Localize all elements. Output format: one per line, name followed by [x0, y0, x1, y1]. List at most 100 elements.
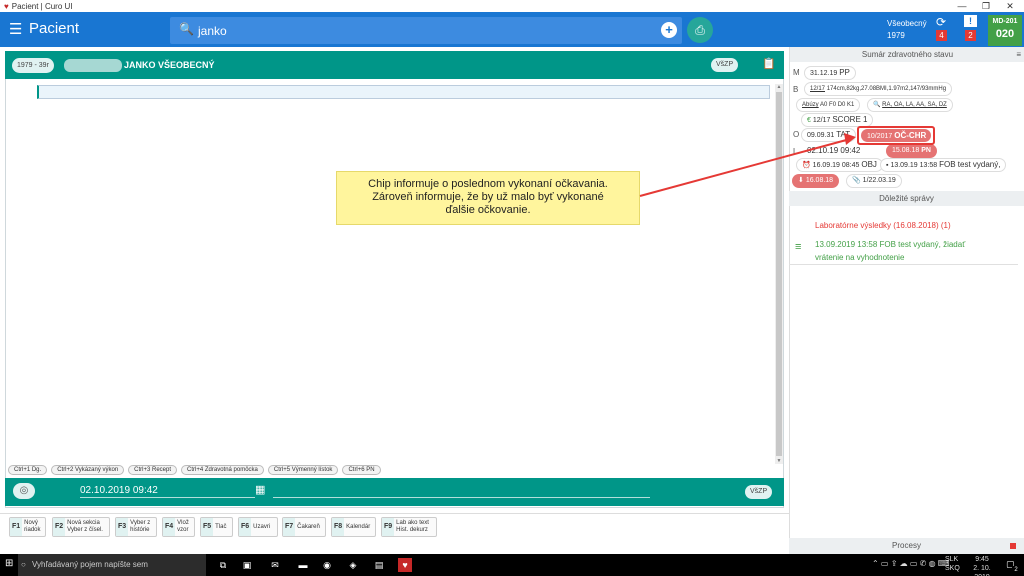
dekurz-input[interactable] — [37, 85, 770, 99]
chip-lab[interactable]: ⬇ 16.08.18 — [792, 174, 840, 188]
calendar-icon[interactable]: ▦ — [255, 483, 265, 496]
chip-date: Abúzy — [802, 102, 819, 108]
fkey-text: Vlož vzor — [175, 520, 191, 534]
chip-fob-test[interactable]: ▪ 13.09.19 13:58 FOB test vydaný, — [880, 158, 1007, 172]
callout-line: ďalšie očkovanie. — [445, 204, 531, 216]
f5-button[interactable]: F5 Tlač — [200, 517, 233, 537]
restore-icon[interactable]: ❐ — [974, 0, 998, 12]
chip-pn[interactable]: 15.08.18 PN — [886, 144, 937, 158]
letter-b: B — [793, 85, 799, 94]
search-input[interactable]: janko — [198, 24, 227, 38]
shortcut-recipe[interactable]: Ctrl+3 Recept — [128, 465, 178, 475]
shortcut-pn[interactable]: Ctrl+6 PN — [342, 465, 381, 475]
chip-date: 1/22.03.19 — [862, 177, 896, 184]
app-icon[interactable]: ◈ — [346, 558, 360, 572]
taskbar-search[interactable]: ○ Vyhľadávaný pojem napíšte sem — [18, 554, 206, 576]
shortcut-procedure[interactable]: Ctrl+2 Vykázaný výkon — [51, 465, 125, 475]
fkey-text: Tlač — [215, 523, 227, 530]
lang-line: SKQ — [945, 565, 960, 572]
shortcut-diagnosis[interactable]: Ctrl+1 Dg. — [8, 465, 48, 475]
summary-panel: Sumár zdravotného stavu ≡ M 31.12.19 PP … — [789, 47, 1024, 554]
patient-fullname: JANKO VŠEOBECNÝ — [124, 60, 215, 70]
close-icon[interactable]: ✕ — [998, 0, 1022, 12]
footer-insurance-chip[interactable]: VšZP — [745, 485, 773, 499]
chip-score[interactable]: € 12/17 SCORE 1 — [801, 113, 874, 127]
alert-badge: 2 — [965, 30, 976, 41]
f7-button[interactable]: F7 Čakareň — [282, 517, 326, 537]
f8-button[interactable]: F8 Kalendár — [331, 517, 376, 537]
windows-start-icon[interactable]: ⊞ — [5, 558, 13, 569]
f9-button[interactable]: F9 Lab ako text Hist. dekurz — [381, 517, 437, 537]
chip-label: OBJ — [861, 160, 877, 169]
chip-fob[interactable]: 02.10.19 09:42 — [801, 144, 867, 158]
language-indicator[interactable]: SLK SKQ — [945, 555, 960, 573]
summary-title: Sumár zdravotného stavu — [861, 50, 954, 59]
task-view-icon[interactable]: ⧉ — [216, 558, 230, 572]
add-patient-button[interactable]: + — [661, 22, 677, 38]
fkey-label: F9 — [382, 518, 395, 536]
shortcut-aid[interactable]: Ctrl+4 Zdravotná pomôcka — [181, 465, 264, 475]
system-tray[interactable]: ⌃ ▭ ⇪ ☁ ▭ ✆ ◍ ⌨ — [872, 559, 949, 568]
f2-button[interactable]: F2 Nová sekcia Vyber z čísel. — [52, 517, 110, 537]
curo-app-icon[interactable]: ♥ — [398, 558, 412, 572]
f1-button[interactable]: F1 Nový riadok — [9, 517, 46, 537]
chip-obj[interactable]: ⏰ 16.09.19 08:45 OBJ — [796, 158, 883, 172]
scrollbar[interactable]: ▲ ▼ — [775, 84, 783, 464]
chip-label: FOB test vydaný, — [939, 160, 1001, 169]
function-keys: F1 Nový riadok F2 Nová sekcia Vyber z čísel.… — [0, 513, 789, 539]
datetime-field[interactable]: 02.10.2019 09:42 — [80, 485, 158, 496]
minimize-icon[interactable]: — — [950, 0, 974, 12]
age-chip[interactable]: 1979 - 39r — [12, 58, 54, 73]
os-taskbar: ⊞ ○ Vyhľadávaný pojem napíšte sem ⧉ ▣ ✉ … — [0, 554, 1024, 576]
chip-label: PP — [839, 68, 850, 77]
processes-bar[interactable]: Procesy — [789, 538, 1024, 554]
menu-icon[interactable]: ☰ — [9, 21, 22, 38]
chip-label: OČ-CHR — [894, 131, 927, 140]
sync-icon[interactable]: ⟳ — [934, 15, 948, 29]
chip-tat[interactable]: 09.09.31 TAT — [801, 128, 857, 142]
chip-date: 16.09.19 08:45 — [812, 162, 860, 169]
summary-header: Sumár zdravotného stavu ≡ — [790, 47, 1024, 62]
f4-button[interactable]: F4 Vlož vzor — [162, 517, 195, 537]
chip-label: 174cm,82kg,27.08BMI,1.97m2,147/93mmHg — [826, 86, 947, 92]
shortcut-exchange[interactable]: Ctrl+5 Výmenný lístok — [267, 465, 339, 475]
scroll-up-icon[interactable]: ▲ — [775, 84, 783, 90]
fkey-text: Čakareň — [297, 523, 320, 530]
terminal-icon[interactable]: ▣ — [240, 558, 254, 572]
chrome-icon[interactable]: ◉ — [320, 558, 334, 572]
vaccination-chip-highlight[interactable]: 10/2017 OČ-CHR — [857, 126, 935, 145]
f6-button[interactable]: F6 Uzavri — [238, 517, 278, 537]
panel-menu-icon[interactable]: ≡ — [1016, 47, 1021, 62]
scroll-thumb[interactable] — [776, 92, 782, 456]
mail-icon[interactable]: ✉ — [268, 558, 282, 572]
folder-icon[interactable]: ▬ — [296, 558, 310, 572]
chip-bmi[interactable]: 12/17 174cm,82kg,27.08BMI,1.97m2,147/93m… — [804, 82, 953, 96]
letter-l: L — [793, 147, 798, 156]
search-icon: 🔍 — [179, 22, 194, 36]
scroll-down-icon[interactable]: ▼ — [775, 458, 783, 464]
alarm-icon: ⏰ — [802, 162, 811, 169]
message-lab[interactable]: Laboratórne výsledky (16.08.2018) (1) — [815, 221, 951, 230]
fkey-label: F2 — [53, 518, 66, 536]
chip-och[interactable]: 10/2017 OČ-CHR — [861, 129, 931, 142]
message-fob[interactable]: 13.09.2019 13:58 FOB test vydaný, žiadať… — [815, 238, 1015, 264]
shortcut-bar: Ctrl+1 Dg. Ctrl+2 Vykázaný výkon Ctrl+3 … — [8, 465, 381, 475]
clock[interactable]: 9:45 2. 10. 2019 — [965, 555, 999, 576]
chip-abuzy[interactable]: Abúzy A0 F0 D0 K1 — [796, 98, 861, 112]
chip-attachment[interactable]: 📎 1/22.03.19 — [846, 174, 902, 188]
doctor-box[interactable]: MD-201 020 — [988, 15, 1022, 46]
chip-family[interactable]: 🔍 RA, OA, LA, AA, SA, DZ — [867, 98, 953, 112]
list-icon: ≡ — [795, 241, 802, 253]
f3-button[interactable]: F3 Vyber z histórie — [115, 517, 157, 537]
chip-pp[interactable]: 31.12.19 PP — [804, 66, 856, 80]
alert-icon[interactable]: ! — [964, 15, 977, 27]
note-underline[interactable] — [273, 497, 650, 498]
fkey-label: F6 — [239, 518, 252, 536]
clipboard-icon[interactable]: 📋 — [762, 57, 776, 70]
fingerprint-icon[interactable]: ◎ — [13, 483, 35, 499]
notepad-icon[interactable]: ▤ — [372, 558, 386, 572]
print-button[interactable]: ⎙ — [687, 17, 713, 43]
insurance-chip[interactable]: VšZP — [711, 58, 739, 72]
patient-search[interactable]: 🔍 janko + — [170, 17, 682, 44]
fkey-text: Nový riadok — [22, 520, 42, 534]
